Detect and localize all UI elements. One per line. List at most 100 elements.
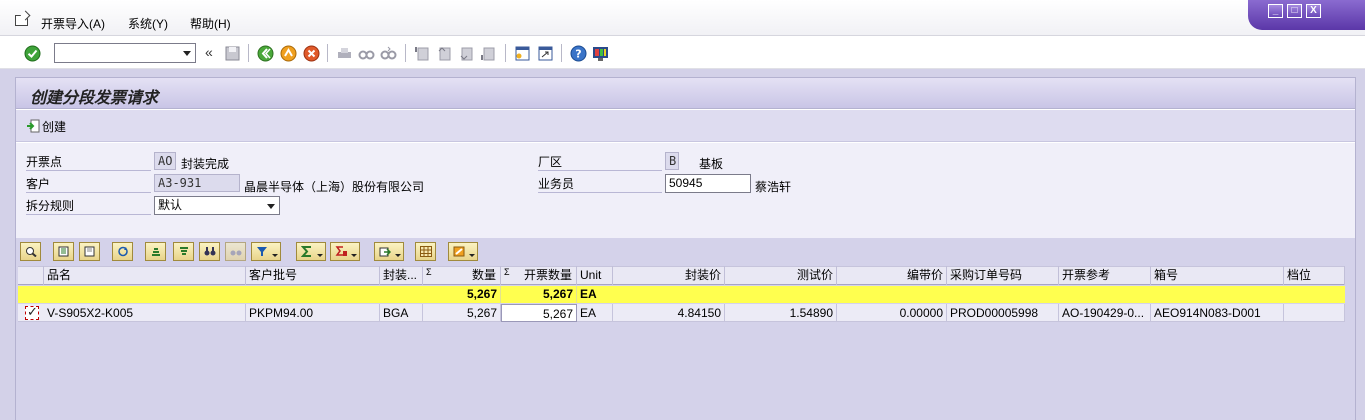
next-page-icon[interactable] <box>458 45 475 62</box>
split-rule-value: 默认 <box>158 198 183 212</box>
cell-package: BGA <box>380 304 423 322</box>
page-title: 创建分段发票请求 <box>30 88 159 107</box>
grid-sort-ascending-button[interactable] <box>145 242 166 261</box>
menu-system[interactable]: 系统(Y) <box>128 15 168 32</box>
sort-ascending-icon <box>152 248 160 256</box>
close-button[interactable]: X <box>1306 4 1321 18</box>
new-session-icon[interactable] <box>514 45 531 62</box>
chevron-down-icon[interactable] <box>183 51 191 56</box>
header-po-number[interactable]: 采购订单号码 <box>947 266 1059 285</box>
header-unit[interactable]: Unit <box>577 266 613 285</box>
find-icon[interactable] <box>358 45 375 62</box>
salesperson-name: 蔡浩轩 <box>755 180 792 194</box>
find-next-icon[interactable] <box>380 45 397 62</box>
grid-subtotal-button[interactable] <box>330 242 360 261</box>
cell-unit: EA <box>577 304 613 322</box>
restore-button[interactable]: □ <box>1287 4 1302 18</box>
chevron-down-icon[interactable] <box>267 204 275 209</box>
grid-filter-button[interactable] <box>251 242 281 261</box>
magnifier-icon <box>26 247 37 257</box>
grid-deselect-all-button[interactable] <box>79 242 100 261</box>
deselect-all-icon <box>84 246 95 257</box>
grid-layout-button[interactable] <box>415 242 436 261</box>
prev-page-icon[interactable] <box>436 45 453 62</box>
grid-find-button[interactable] <box>199 242 220 261</box>
command-field[interactable] <box>54 43 196 63</box>
cell-box-no: AEO914N083-D001 <box>1151 304 1284 322</box>
header-quantity-label: 数量 <box>471 268 496 282</box>
collapse-icon[interactable]: « <box>205 44 213 60</box>
header-select-all[interactable] <box>18 266 44 285</box>
customize-layout-icon[interactable] <box>592 45 609 62</box>
grid-sort-descending-button[interactable] <box>173 242 194 261</box>
save-icon[interactable] <box>224 45 241 62</box>
grid-refresh-button[interactable] <box>112 242 133 261</box>
header-package[interactable]: 封装... <box>380 266 423 285</box>
print-icon[interactable] <box>336 45 353 62</box>
title-bar <box>16 78 1355 109</box>
grid-find-next-button[interactable] <box>225 242 246 261</box>
minimize-button[interactable]: _ <box>1268 4 1283 18</box>
menu-invoice-import[interactable]: 开票导入(A) <box>41 15 105 32</box>
header-package-price[interactable]: 封装价 <box>613 266 725 285</box>
cell-quantity: 5,267 <box>423 304 501 322</box>
first-page-icon[interactable] <box>414 45 431 62</box>
svg-text:?: ? <box>575 48 581 61</box>
header-tape-price[interactable]: 编带价 <box>837 266 947 285</box>
toolbar-separator <box>405 44 406 62</box>
sum-indicator-icon: Σ <box>504 267 510 277</box>
header-invoice-quantity-label: 开票数量 <box>523 268 572 282</box>
grid-export-button[interactable] <box>374 242 404 261</box>
menu-export-icon[interactable] <box>15 15 28 26</box>
grid-views-button[interactable] <box>448 242 478 261</box>
filter-icon <box>257 247 267 256</box>
cell-invoice-ref: AO-190429-0... <box>1059 304 1151 322</box>
grid-select-all-button[interactable] <box>53 242 74 261</box>
cell-package-price: 4.84150 <box>613 304 725 322</box>
subtotal-icon <box>335 246 347 256</box>
cell-po-number: PROD00005998 <box>947 304 1059 322</box>
menu-help[interactable]: 帮助(H) <box>190 15 231 32</box>
views-icon <box>453 246 465 257</box>
grid-sum-button[interactable] <box>296 242 326 261</box>
sort-descending-icon <box>180 247 188 255</box>
toolbar-separator <box>561 44 562 62</box>
cancel-icon[interactable] <box>303 45 320 62</box>
total-row <box>18 286 1345 303</box>
exit-icon[interactable] <box>280 45 297 62</box>
toolbar-separator <box>505 44 506 62</box>
grid-details-button[interactable] <box>20 242 41 261</box>
split-rule-select[interactable]: 默认 <box>154 196 280 215</box>
header-invoice-ref[interactable]: 开票参考 <box>1059 266 1151 285</box>
row-select-checkbox[interactable] <box>25 304 39 320</box>
header-invoice-quantity[interactable]: Σ 开票数量 <box>501 266 577 285</box>
shortcut-icon[interactable] <box>537 45 554 62</box>
customer-label: 客户 <box>26 175 151 193</box>
sum-indicator-icon: Σ <box>426 267 432 277</box>
invoice-point-code: AO <box>154 152 176 170</box>
layout-grid-icon <box>420 246 432 257</box>
cell-test-price: 1.54890 <box>725 304 837 322</box>
enter-icon[interactable] <box>24 45 41 62</box>
total-quantity: 5,267 <box>423 286 501 303</box>
header-grade[interactable]: 档位 <box>1284 266 1345 285</box>
help-icon[interactable]: ? <box>570 45 587 62</box>
last-page-icon[interactable] <box>480 45 497 62</box>
header-box-no[interactable]: 箱号 <box>1151 266 1284 285</box>
cell-grade <box>1284 304 1345 322</box>
export-icon <box>379 247 391 257</box>
application-toolbar <box>16 110 1355 142</box>
cell-product-name: V-S905X2-K005 <box>44 304 246 322</box>
header-customer-lot[interactable]: 客户批号 <box>246 266 380 285</box>
header-quantity[interactable]: Σ 数量 <box>423 266 501 285</box>
total-invoice-quantity: 5,267 <box>501 286 577 303</box>
customer-code: A3-931 <box>154 174 240 192</box>
customer-name: 晶晨半导体（上海）股份有限公司 <box>244 180 425 194</box>
salesperson-input[interactable]: 50945 <box>665 174 751 193</box>
cell-invoice-quantity-input[interactable]: 5,267 <box>501 304 577 322</box>
header-product-name[interactable]: 品名 <box>44 266 246 285</box>
create-button[interactable]: 创建 <box>26 117 66 135</box>
create-icon <box>27 119 40 133</box>
header-test-price[interactable]: 测试价 <box>725 266 837 285</box>
back-icon[interactable] <box>257 45 274 62</box>
